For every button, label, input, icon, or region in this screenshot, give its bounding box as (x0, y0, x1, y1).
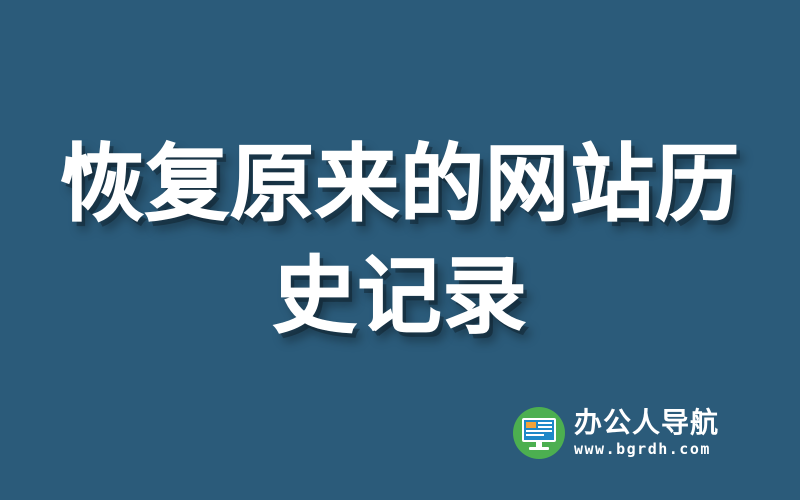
headline-line-2: 史记录 (272, 247, 528, 346)
headline-line-1: 恢复原来的网站历 (59, 135, 740, 234)
brand-logo-block: 办公人导航 www.bgrdh.com (512, 404, 752, 464)
brand-name: 办公人导航 (574, 406, 720, 439)
headline-title: 恢复原来的网站历 史记录 (0, 128, 800, 352)
brand-url: www.bgrdh.com (574, 440, 711, 458)
monitor-logo-icon (513, 407, 565, 459)
banner-background: 恢复原来的网站历 史记录 办公人导航 www.bgrdh.com (0, 0, 800, 500)
